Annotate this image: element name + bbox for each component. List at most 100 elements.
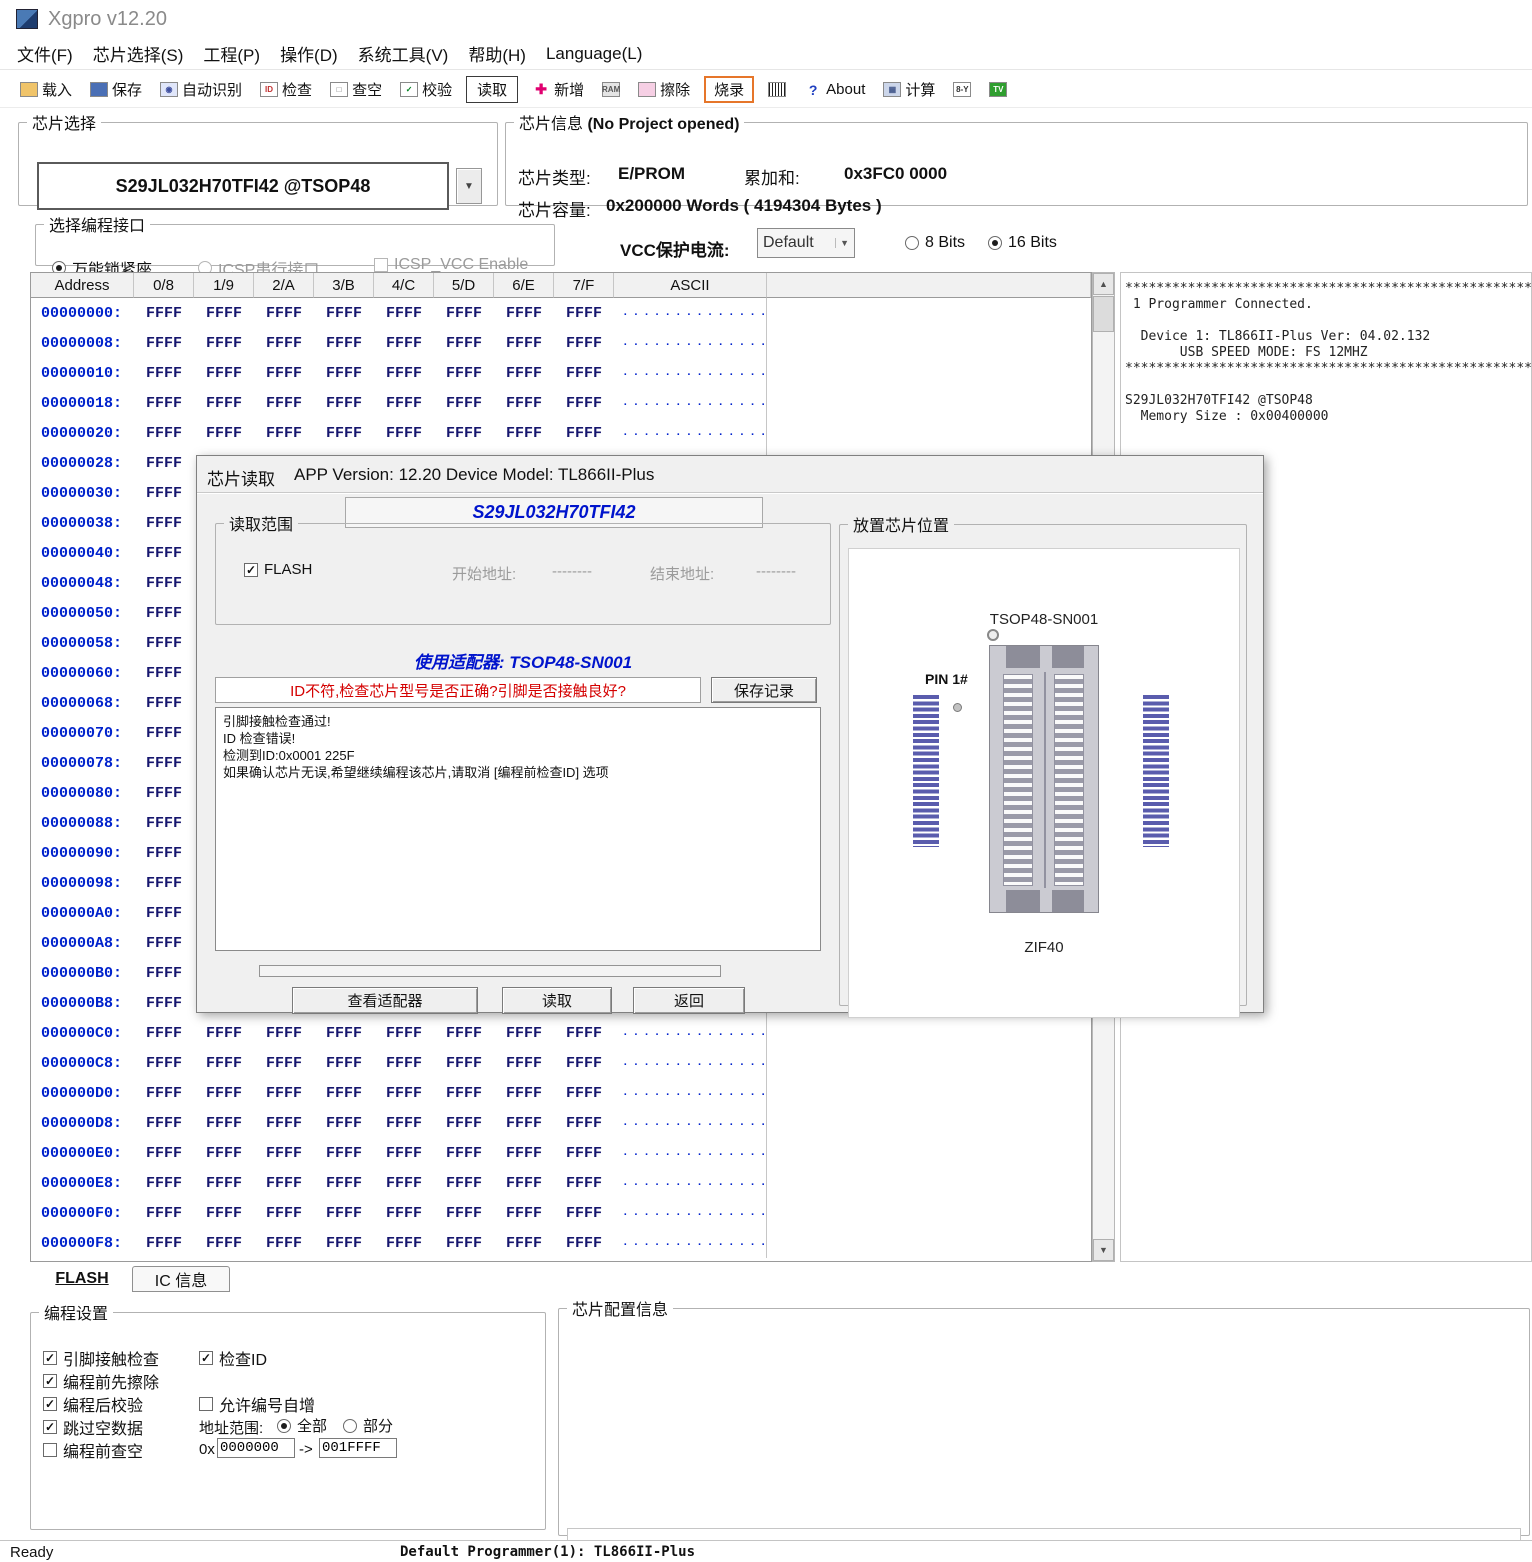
view-adapter-button[interactable]: 查看适配器 [292, 987, 478, 1014]
hex-cell[interactable]: FFFF [134, 1235, 194, 1252]
blank-check-button[interactable]: □查空 [326, 77, 386, 102]
hex-cell[interactable]: FFFF [134, 1115, 194, 1132]
range-all-radio[interactable]: 全部 [277, 1415, 327, 1436]
hex-cell[interactable]: FFFF [134, 905, 194, 922]
about-button[interactable]: ?About [800, 79, 869, 100]
hex-cell[interactable]: FFFF [314, 1205, 374, 1222]
hex-cell[interactable]: FFFF [314, 305, 374, 322]
hex-cell[interactable]: FFFF [134, 695, 194, 712]
hex-cell[interactable]: FFFF [434, 1115, 494, 1132]
hex-cell[interactable]: FFFF [434, 335, 494, 352]
erase-before-program-checkbox[interactable]: 编程前先擦除 [43, 1369, 159, 1393]
hex-cell[interactable]: FFFF [434, 365, 494, 382]
tv-button[interactable]: TV [985, 80, 1011, 99]
bits-8-radio[interactable]: 8 Bits [905, 234, 965, 252]
verify-button[interactable]: ✓校验 [396, 77, 456, 102]
hex-cell[interactable]: FFFF [554, 1085, 614, 1102]
hex-cell[interactable]: FFFF [374, 365, 434, 382]
hex-cell[interactable]: FFFF [494, 335, 554, 352]
hex-cell[interactable]: FFFF [374, 1175, 434, 1192]
hex-cell[interactable]: FFFF [134, 545, 194, 562]
hex-cell[interactable]: FFFF [194, 1085, 254, 1102]
hex-cell[interactable]: FFFF [134, 665, 194, 682]
hex-cell[interactable]: FFFF [554, 1025, 614, 1042]
hex-cell[interactable]: FFFF [374, 1145, 434, 1162]
vcc-current-select[interactable]: Default ▼ [757, 228, 855, 258]
hex-cell[interactable]: FFFF [434, 425, 494, 442]
pin-contact-check-checkbox[interactable]: 引脚接触检查 [43, 1346, 159, 1370]
scroll-down-button[interactable]: ▼ [1093, 1239, 1114, 1261]
hex-cell[interactable]: FFFF [554, 335, 614, 352]
hex-cell[interactable]: FFFF [254, 1025, 314, 1042]
hex-cell[interactable]: FFFF [134, 1055, 194, 1072]
blank-check-before-program-checkbox[interactable]: 编程前查空 [43, 1438, 143, 1462]
hex-cell[interactable]: FFFF [554, 1205, 614, 1222]
hex-cell[interactable]: FFFF [134, 935, 194, 952]
menu-item-4[interactable]: 操作(D) [271, 37, 347, 70]
hex-cell[interactable]: FFFF [434, 1205, 494, 1222]
hex-cell[interactable]: FFFF [314, 365, 374, 382]
hex-cell[interactable]: FFFF [374, 1025, 434, 1042]
hex-dec-button[interactable]: 8-Y [949, 80, 975, 99]
hex-cell[interactable]: FFFF [134, 575, 194, 592]
address-from-input[interactable] [217, 1438, 295, 1458]
hex-cell[interactable]: FFFF [254, 1145, 314, 1162]
chip-select-dropdown-button[interactable]: ▼ [456, 168, 482, 204]
save-log-button[interactable]: 保存记录 [711, 677, 817, 703]
dialog-back-button[interactable]: 返回 [633, 987, 745, 1014]
tab-ic-info[interactable]: IC 信息 [132, 1266, 230, 1292]
hex-cell[interactable]: FFFF [194, 1235, 254, 1252]
hex-cell[interactable]: FFFF [134, 335, 194, 352]
hex-cell[interactable]: FFFF [374, 395, 434, 412]
tab-flash[interactable]: FLASH [38, 1266, 126, 1292]
hex-cell[interactable]: FFFF [134, 305, 194, 322]
hex-cell[interactable]: FFFF [494, 1025, 554, 1042]
scroll-up-button[interactable]: ▲ [1093, 273, 1114, 295]
hex-cell[interactable]: FFFF [134, 605, 194, 622]
hex-cell[interactable]: FFFF [314, 1175, 374, 1192]
hex-cell[interactable]: FFFF [194, 1115, 254, 1132]
hex-cell[interactable]: FFFF [554, 425, 614, 442]
hex-cell[interactable]: FFFF [494, 1235, 554, 1252]
hex-cell[interactable]: FFFF [134, 965, 194, 982]
hex-cell[interactable]: FFFF [314, 335, 374, 352]
hex-cell[interactable]: FFFF [194, 335, 254, 352]
hex-cell[interactable]: FFFF [554, 1055, 614, 1072]
skip-blank-data-checkbox[interactable]: 跳过空数据 [43, 1415, 143, 1439]
hex-cell[interactable]: FFFF [134, 995, 194, 1012]
hex-cell[interactable]: FFFF [134, 515, 194, 532]
hex-cell[interactable]: FFFF [254, 1175, 314, 1192]
hex-cell[interactable]: FFFF [374, 305, 434, 322]
hex-cell[interactable]: FFFF [134, 845, 194, 862]
hex-cell[interactable]: FFFF [554, 1145, 614, 1162]
hex-cell[interactable]: FFFF [254, 1205, 314, 1222]
hex-cell[interactable]: FFFF [494, 1115, 554, 1132]
hex-cell[interactable]: FFFF [134, 1085, 194, 1102]
hex-cell[interactable]: FFFF [194, 1205, 254, 1222]
hex-cell[interactable]: FFFF [374, 335, 434, 352]
auto-serial-checkbox[interactable]: 允许编号自增 [199, 1392, 315, 1416]
hex-cell[interactable]: FFFF [374, 425, 434, 442]
hex-cell[interactable]: FFFF [254, 425, 314, 442]
hex-cell[interactable]: FFFF [194, 1025, 254, 1042]
hex-cell[interactable]: FFFF [254, 335, 314, 352]
save-button[interactable]: 保存 [86, 77, 146, 102]
hex-cell[interactable]: FFFF [494, 1145, 554, 1162]
hex-cell[interactable]: FFFF [314, 425, 374, 442]
hex-cell[interactable]: FFFF [134, 755, 194, 772]
hex-cell[interactable]: FFFF [134, 785, 194, 802]
hex-cell[interactable]: FFFF [134, 485, 194, 502]
hex-cell[interactable]: FFFF [434, 1175, 494, 1192]
hex-cell[interactable]: FFFF [434, 305, 494, 322]
hex-cell[interactable]: FFFF [134, 455, 194, 472]
hex-cell[interactable]: FFFF [554, 365, 614, 382]
hex-cell[interactable]: FFFF [134, 875, 194, 892]
hex-cell[interactable]: FFFF [494, 1175, 554, 1192]
hex-cell[interactable]: FFFF [194, 425, 254, 442]
scrollbar-thumb[interactable] [1093, 296, 1114, 332]
hex-cell[interactable]: FFFF [254, 305, 314, 322]
auto-detect-button[interactable]: ◉自动识别 [156, 77, 246, 102]
hex-cell[interactable]: FFFF [314, 1085, 374, 1102]
hex-cell[interactable]: FFFF [494, 365, 554, 382]
load-button[interactable]: 载入 [16, 77, 76, 102]
